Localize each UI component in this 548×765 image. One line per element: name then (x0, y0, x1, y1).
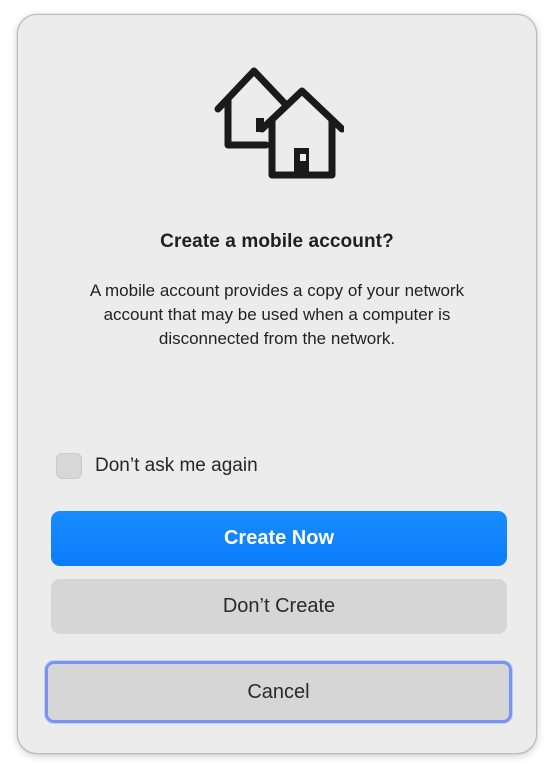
dont-ask-again-row[interactable]: Don’t ask me again (56, 451, 258, 481)
dialog-title: Create a mobile account? (160, 231, 394, 252)
houses-icon (214, 65, 344, 189)
dont-ask-again-checkbox[interactable] (56, 453, 82, 479)
create-now-button[interactable]: Create Now (51, 511, 507, 566)
dialog-message: A mobile account provides a copy of your… (89, 281, 465, 348)
dont-ask-again-label[interactable]: Don’t ask me again (95, 455, 258, 477)
mobile-account-dialog: Create a mobile account? A mobile accoun… (17, 14, 537, 754)
screen: Create a mobile account? A mobile accoun… (0, 0, 548, 765)
dont-create-button[interactable]: Don’t Create (51, 579, 507, 634)
cancel-button[interactable]: Cancel (45, 661, 512, 723)
